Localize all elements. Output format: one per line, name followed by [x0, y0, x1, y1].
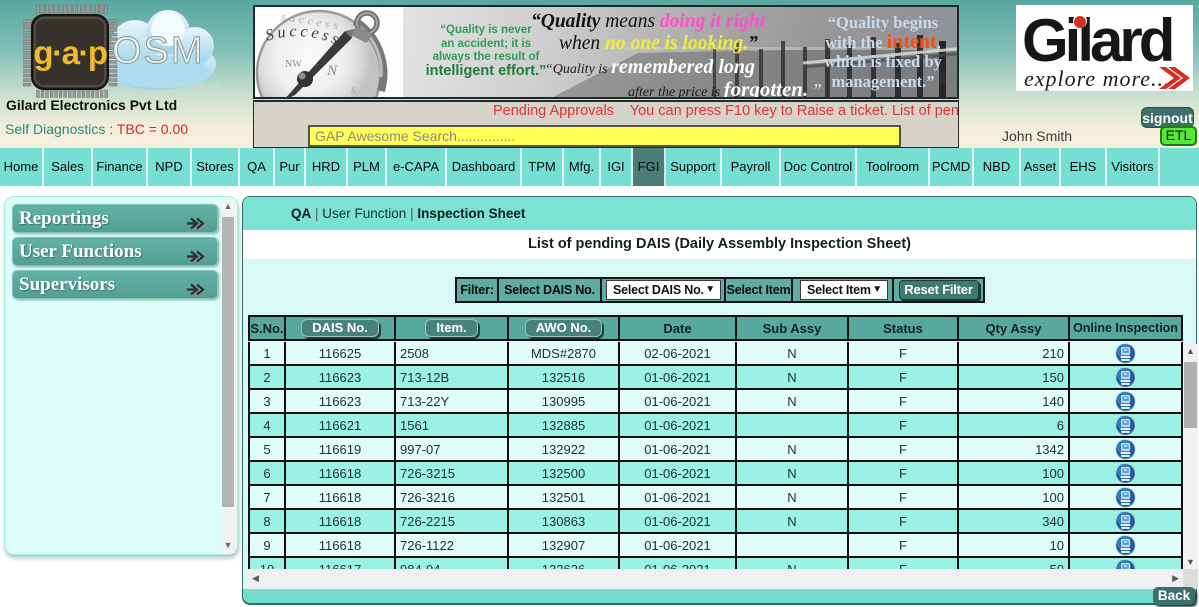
- svg-text:Gilard: Gilard: [1022, 7, 1172, 74]
- svg-text:GAP Awesome Sol: GAP Awesome Sol: [151, 81, 218, 90]
- svg-text:explore more...: explore more...: [1024, 66, 1171, 91]
- svg-text:s: s: [351, 82, 356, 96]
- svg-text:N: N: [326, 63, 338, 79]
- svg-text:OSM: OSM: [112, 30, 205, 72]
- svg-text:NW: NW: [285, 59, 302, 70]
- svg-text:g·a·p: g·a·p: [33, 34, 106, 71]
